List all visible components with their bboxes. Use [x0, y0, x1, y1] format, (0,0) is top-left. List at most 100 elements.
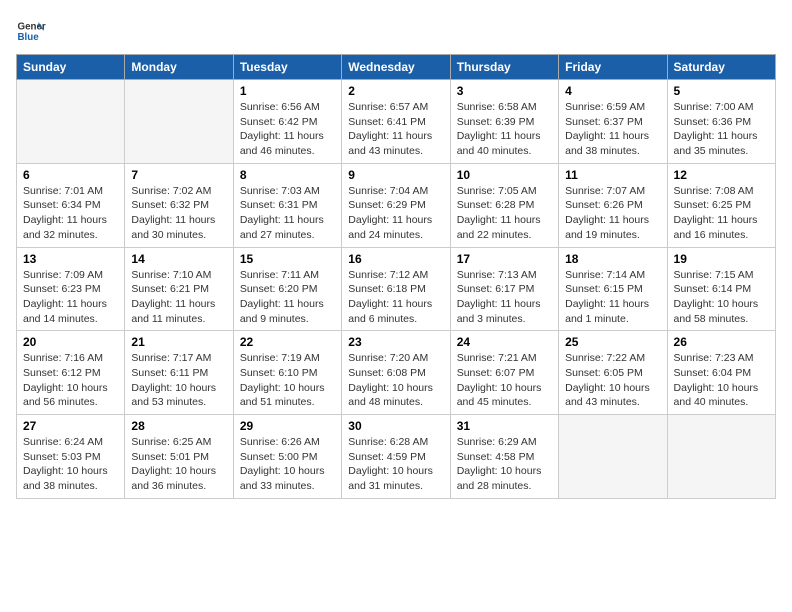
week-row-1: 1 Sunrise: 6:56 AM Sunset: 6:42 PM Daylig…	[17, 80, 776, 164]
week-row-4: 20 Sunrise: 7:16 AM Sunset: 6:12 PM Dayli…	[17, 331, 776, 415]
day-cell-21: 21 Sunrise: 7:17 AM Sunset: 6:11 PM Dayli…	[125, 331, 233, 415]
day-number: 20	[23, 335, 118, 349]
day-number: 15	[240, 252, 335, 266]
day-info: Sunrise: 7:20 AM Sunset: 6:08 PM Dayligh…	[348, 351, 443, 410]
day-cell-24: 24 Sunrise: 7:21 AM Sunset: 6:07 PM Dayli…	[450, 331, 558, 415]
day-number: 25	[565, 335, 660, 349]
day-info: Sunrise: 7:15 AM Sunset: 6:14 PM Dayligh…	[674, 268, 769, 327]
day-number: 7	[131, 168, 226, 182]
day-cell-28: 28 Sunrise: 6:25 AM Sunset: 5:01 PM Dayli…	[125, 415, 233, 499]
day-number: 19	[674, 252, 769, 266]
day-cell-17: 17 Sunrise: 7:13 AM Sunset: 6:17 PM Dayli…	[450, 247, 558, 331]
day-cell-5: 5 Sunrise: 7:00 AM Sunset: 6:36 PM Daylig…	[667, 80, 775, 164]
day-cell-6: 6 Sunrise: 7:01 AM Sunset: 6:34 PM Daylig…	[17, 163, 125, 247]
day-number: 10	[457, 168, 552, 182]
day-info: Sunrise: 7:16 AM Sunset: 6:12 PM Dayligh…	[23, 351, 118, 410]
day-number: 21	[131, 335, 226, 349]
day-info: Sunrise: 7:17 AM Sunset: 6:11 PM Dayligh…	[131, 351, 226, 410]
day-info: Sunrise: 7:12 AM Sunset: 6:18 PM Dayligh…	[348, 268, 443, 327]
day-info: Sunrise: 6:59 AM Sunset: 6:37 PM Dayligh…	[565, 100, 660, 159]
day-info: Sunrise: 7:23 AM Sunset: 6:04 PM Dayligh…	[674, 351, 769, 410]
column-header-saturday: Saturday	[667, 55, 775, 80]
day-info: Sunrise: 7:08 AM Sunset: 6:25 PM Dayligh…	[674, 184, 769, 243]
day-cell-9: 9 Sunrise: 7:04 AM Sunset: 6:29 PM Daylig…	[342, 163, 450, 247]
day-number: 1	[240, 84, 335, 98]
day-number: 30	[348, 419, 443, 433]
day-number: 18	[565, 252, 660, 266]
day-cell-29: 29 Sunrise: 6:26 AM Sunset: 5:00 PM Dayli…	[233, 415, 341, 499]
empty-cell	[17, 80, 125, 164]
day-number: 14	[131, 252, 226, 266]
page-header: General Blue	[16, 16, 776, 46]
day-cell-13: 13 Sunrise: 7:09 AM Sunset: 6:23 PM Dayli…	[17, 247, 125, 331]
logo: General Blue	[16, 16, 46, 46]
day-cell-19: 19 Sunrise: 7:15 AM Sunset: 6:14 PM Dayli…	[667, 247, 775, 331]
day-info: Sunrise: 6:56 AM Sunset: 6:42 PM Dayligh…	[240, 100, 335, 159]
calendar-table: SundayMondayTuesdayWednesdayThursdayFrid…	[16, 54, 776, 499]
day-info: Sunrise: 7:05 AM Sunset: 6:28 PM Dayligh…	[457, 184, 552, 243]
day-info: Sunrise: 7:02 AM Sunset: 6:32 PM Dayligh…	[131, 184, 226, 243]
day-cell-2: 2Sunrise: 6:57 AM Sunset: 6:41 PM Daylig…	[342, 80, 450, 164]
day-info: Sunrise: 7:22 AM Sunset: 6:05 PM Dayligh…	[565, 351, 660, 410]
day-cell-30: 30 Sunrise: 6:28 AM Sunset: 4:59 PM Dayli…	[342, 415, 450, 499]
day-number: 13	[23, 252, 118, 266]
day-cell-14: 14 Sunrise: 7:10 AM Sunset: 6:21 PM Dayli…	[125, 247, 233, 331]
day-info: Sunrise: 7:09 AM Sunset: 6:23 PM Dayligh…	[23, 268, 118, 327]
column-header-thursday: Thursday	[450, 55, 558, 80]
day-number: 17	[457, 252, 552, 266]
day-number: 29	[240, 419, 335, 433]
day-number: 6	[23, 168, 118, 182]
day-number: 8	[240, 168, 335, 182]
day-info: Sunrise: 7:04 AM Sunset: 6:29 PM Dayligh…	[348, 184, 443, 243]
day-cell-31: 31 Sunrise: 6:29 AM Sunset: 4:58 PM Dayli…	[450, 415, 558, 499]
day-cell-1: 1 Sunrise: 6:56 AM Sunset: 6:42 PM Daylig…	[233, 80, 341, 164]
day-cell-20: 20 Sunrise: 7:16 AM Sunset: 6:12 PM Dayli…	[17, 331, 125, 415]
day-cell-3: 3 Sunrise: 6:58 AM Sunset: 6:39 PM Daylig…	[450, 80, 558, 164]
day-info: Sunrise: 7:01 AM Sunset: 6:34 PM Dayligh…	[23, 184, 118, 243]
day-number: 9	[348, 168, 443, 182]
day-info: Sunrise: 7:21 AM Sunset: 6:07 PM Dayligh…	[457, 351, 552, 410]
day-number: 23	[348, 335, 443, 349]
column-header-monday: Monday	[125, 55, 233, 80]
day-number: 28	[131, 419, 226, 433]
day-info: Sunrise: 6:58 AM Sunset: 6:39 PM Dayligh…	[457, 100, 552, 159]
day-cell-25: 25 Sunrise: 7:22 AM Sunset: 6:05 PM Dayli…	[559, 331, 667, 415]
day-cell-12: 12 Sunrise: 7:08 AM Sunset: 6:25 PM Dayli…	[667, 163, 775, 247]
svg-text:Blue: Blue	[18, 32, 40, 43]
day-info: Sunrise: 7:10 AM Sunset: 6:21 PM Dayligh…	[131, 268, 226, 327]
empty-cell	[125, 80, 233, 164]
day-info: Sunrise: 7:03 AM Sunset: 6:31 PM Dayligh…	[240, 184, 335, 243]
day-number: 2	[348, 84, 443, 98]
day-cell-16: 16Sunrise: 7:12 AM Sunset: 6:18 PM Dayli…	[342, 247, 450, 331]
day-number: 3	[457, 84, 552, 98]
day-number: 5	[674, 84, 769, 98]
day-info: Sunrise: 7:00 AM Sunset: 6:36 PM Dayligh…	[674, 100, 769, 159]
day-cell-23: 23 Sunrise: 7:20 AM Sunset: 6:08 PM Dayli…	[342, 331, 450, 415]
week-row-2: 6 Sunrise: 7:01 AM Sunset: 6:34 PM Daylig…	[17, 163, 776, 247]
day-number: 24	[457, 335, 552, 349]
empty-cell	[667, 415, 775, 499]
day-info: Sunrise: 7:13 AM Sunset: 6:17 PM Dayligh…	[457, 268, 552, 327]
day-number: 12	[674, 168, 769, 182]
day-cell-27: 27Sunrise: 6:24 AM Sunset: 5:03 PM Dayli…	[17, 415, 125, 499]
week-row-3: 13 Sunrise: 7:09 AM Sunset: 6:23 PM Dayli…	[17, 247, 776, 331]
day-info: Sunrise: 6:28 AM Sunset: 4:59 PM Dayligh…	[348, 435, 443, 494]
day-cell-26: 26 Sunrise: 7:23 AM Sunset: 6:04 PM Dayli…	[667, 331, 775, 415]
column-header-sunday: Sunday	[17, 55, 125, 80]
day-info: Sunrise: 6:29 AM Sunset: 4:58 PM Dayligh…	[457, 435, 552, 494]
day-cell-18: 18 Sunrise: 7:14 AM Sunset: 6:15 PM Dayli…	[559, 247, 667, 331]
day-cell-15: 15Sunrise: 7:11 AM Sunset: 6:20 PM Dayli…	[233, 247, 341, 331]
week-row-5: 27Sunrise: 6:24 AM Sunset: 5:03 PM Dayli…	[17, 415, 776, 499]
day-info: Sunrise: 7:07 AM Sunset: 6:26 PM Dayligh…	[565, 184, 660, 243]
day-info: Sunrise: 7:14 AM Sunset: 6:15 PM Dayligh…	[565, 268, 660, 327]
day-info: Sunrise: 6:25 AM Sunset: 5:01 PM Dayligh…	[131, 435, 226, 494]
day-cell-8: 8 Sunrise: 7:03 AM Sunset: 6:31 PM Daylig…	[233, 163, 341, 247]
day-cell-4: 4Sunrise: 6:59 AM Sunset: 6:37 PM Daylig…	[559, 80, 667, 164]
day-number: 26	[674, 335, 769, 349]
logo-icon: General Blue	[16, 16, 46, 46]
day-info: Sunrise: 6:26 AM Sunset: 5:00 PM Dayligh…	[240, 435, 335, 494]
day-cell-7: 7 Sunrise: 7:02 AM Sunset: 6:32 PM Daylig…	[125, 163, 233, 247]
column-header-tuesday: Tuesday	[233, 55, 341, 80]
day-number: 31	[457, 419, 552, 433]
column-header-wednesday: Wednesday	[342, 55, 450, 80]
